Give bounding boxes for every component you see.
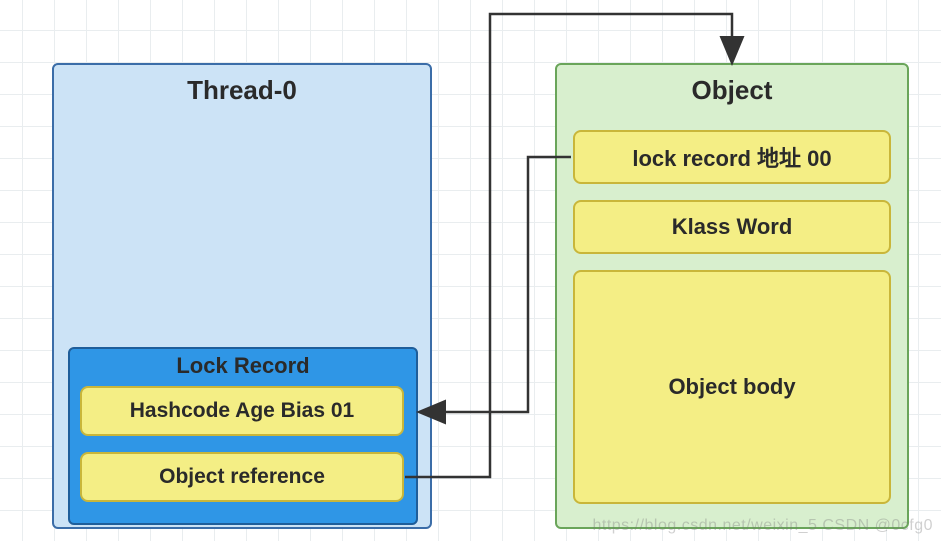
lock-record-address-field: lock record 地址 00 <box>573 130 891 184</box>
hashcode-field: Hashcode Age Bias 01 <box>80 386 404 436</box>
object-title: Object <box>557 75 907 106</box>
klass-word-field: Klass Word <box>573 200 891 254</box>
lock-record-title: Lock Record <box>70 353 416 379</box>
object-reference-field: Object reference <box>80 452 404 502</box>
watermark: https://blog.csdn.net/weixin_5 CSDN @0cf… <box>592 517 933 535</box>
object-body-field: Object body <box>573 270 891 504</box>
thread-title: Thread-0 <box>54 75 430 106</box>
arrow-lraddr-to-lockrec <box>421 157 571 412</box>
